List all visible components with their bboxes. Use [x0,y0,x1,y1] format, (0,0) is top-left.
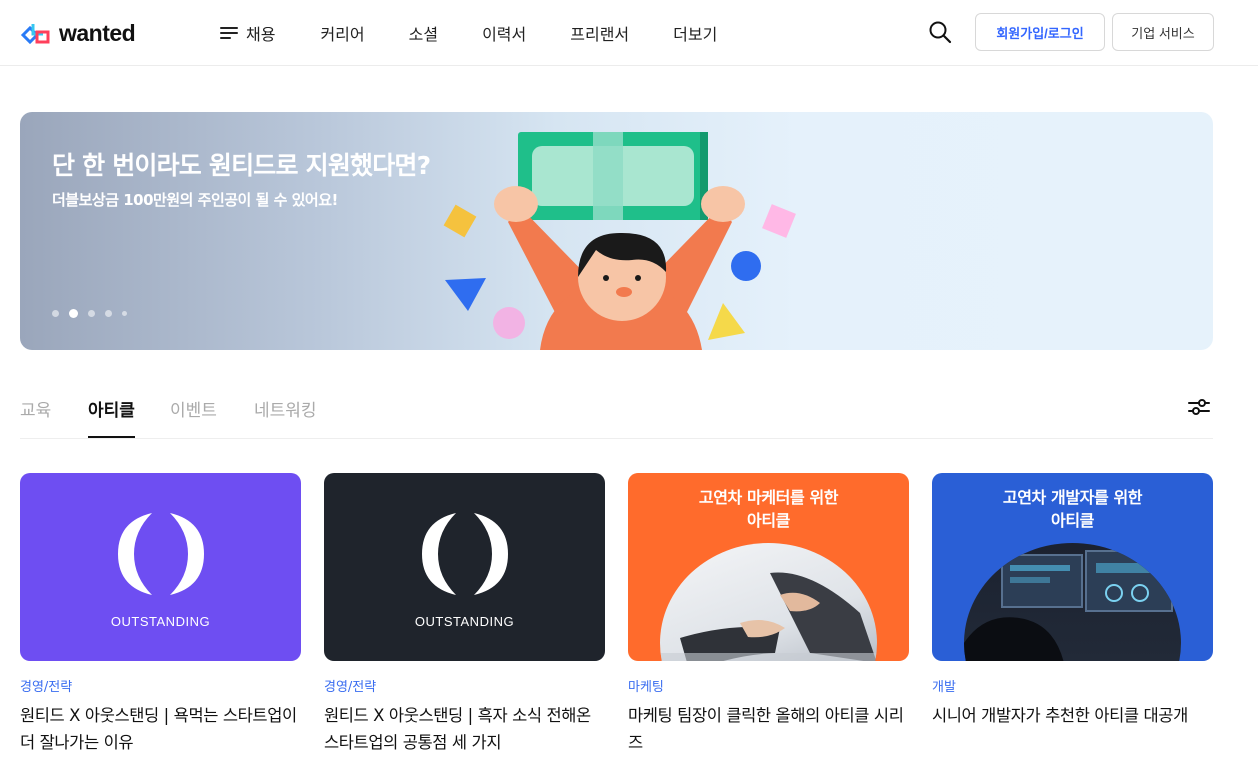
nav-jobs[interactable]: 채용 [220,21,275,45]
article-thumbnail[interactable]: OUTSTANDING [20,473,301,661]
carousel-dot[interactable] [122,311,127,316]
outstanding-logo-icon [422,513,508,595]
search-icon [929,21,952,44]
thumbnail-photo-arch [660,543,877,661]
banner-title: 단 한 번이라도 원티드로 지원했다면? [52,151,431,180]
article-category: 경영/전략 [20,680,73,695]
carousel-dots [52,309,137,318]
article-thumbnail[interactable]: OUTSTANDING [324,473,605,661]
thumbnail-photo-arch [964,543,1181,661]
thumbnail-caption-line2: 아티클 [1051,511,1094,530]
top-header: wanted 채용 커리어 소셜 이력서 프리랜서 더보기 회원가입/로그인 기… [0,0,1258,66]
filter-icon[interactable] [1188,397,1210,417]
article-category: 마케팅 [628,680,664,695]
outstanding-wordmark: OUTSTANDING [414,614,515,629]
article-title[interactable]: 원티드 X 아웃스탠딩 | 욕먹는 스타트업이 더 잘나가는 이유 [20,702,301,756]
nav-resume[interactable]: 이력서 [482,21,526,45]
content-tabs: 교육 아티클 이벤트 네트워킹 [20,378,1213,439]
article-thumbnail[interactable]: 고연차 개발자를 위한 아티클 [932,473,1213,661]
tab-event[interactable]: 이벤트 [170,396,217,421]
menu-icon [220,26,238,40]
nav-freelancer[interactable]: 프리랜서 [570,21,629,45]
carousel-dot[interactable] [52,310,59,317]
main-nav: 채용 커리어 소셜 이력서 프리랜서 더보기 [220,0,717,66]
outstanding-wordmark: OUTSTANDING [110,614,211,629]
logo-text: wanted [59,19,136,46]
nav-social[interactable]: 소셜 [409,21,438,45]
nav-more[interactable]: 더보기 [673,21,717,45]
article-title[interactable]: 원티드 X 아웃스탠딩 | 흑자 소식 전해온 스타트업의 공통점 세 가지 [324,702,605,756]
outstanding-logo-icon [118,513,204,595]
article-category: 경영/전략 [324,680,377,695]
business-service-button[interactable]: 기업 서비스 [1112,13,1214,51]
active-tab-indicator [88,436,135,438]
handshake-photo-illustration [660,572,877,661]
promo-banner[interactable]: 단 한 번이라도 원티드로 지원했다면? 더블보상금 100만원의 주인공이 될… [20,112,1213,350]
carousel-dot-active[interactable] [69,309,78,318]
nav-career[interactable]: 커리어 [320,21,364,45]
article-card[interactable]: OUTSTANDING 경영/전략 원티드 X 아웃스탠딩 | 욕먹는 스타트업… [20,473,301,756]
developer-desk-photo-illustration [964,550,1173,661]
tab-networking[interactable]: 네트워킹 [254,396,317,421]
tab-education[interactable]: 교육 [20,396,51,421]
carousel-dot[interactable] [88,310,95,317]
wanted-logo[interactable]: wanted [20,18,136,48]
signup-login-button[interactable]: 회원가입/로그인 [975,13,1105,51]
thumbnail-caption: 고연차 마케터를 위한 아티클 [628,486,909,532]
thumbnail-caption: 고연차 개발자를 위한 아티클 [932,486,1213,532]
article-title[interactable]: 시니어 개발자가 추천한 아티클 대공개 [932,702,1213,729]
thumbnail-caption-line1: 고연차 개발자를 위한 [1002,488,1143,507]
thumbnail-caption-line1: 고연차 마케터를 위한 [698,488,839,507]
article-category: 개발 [932,680,956,695]
article-card[interactable]: OUTSTANDING 경영/전략 원티드 X 아웃스탠딩 | 흑자 소식 전해… [324,473,605,756]
nav-jobs-label: 채용 [246,25,276,44]
tab-article[interactable]: 아티클 [88,396,135,421]
carousel-dot[interactable] [105,310,112,317]
thumbnail-caption-line2: 아티클 [747,511,790,530]
article-title[interactable]: 마케팅 팀장이 클릭한 올해의 아티클 시리즈 [628,702,909,756]
banner-illustration [443,132,796,350]
search-button[interactable] [928,20,952,44]
wanted-logo-icon [20,24,50,45]
article-thumbnail[interactable]: 고연차 마케터를 위한 아티클 [628,473,909,661]
banner-subtitle: 더블보상금 100만원의 주인공이 될 수 있어요! [52,191,338,209]
article-card[interactable]: 고연차 마케터를 위한 아티클 마케팅 마케팅 팀장이 클릭한 올해의 아티클 … [628,473,909,756]
article-card[interactable]: 고연차 개발자를 위한 아티클 개발 시니어 개발자가 추천한 아티클 대공개 [932,473,1213,729]
